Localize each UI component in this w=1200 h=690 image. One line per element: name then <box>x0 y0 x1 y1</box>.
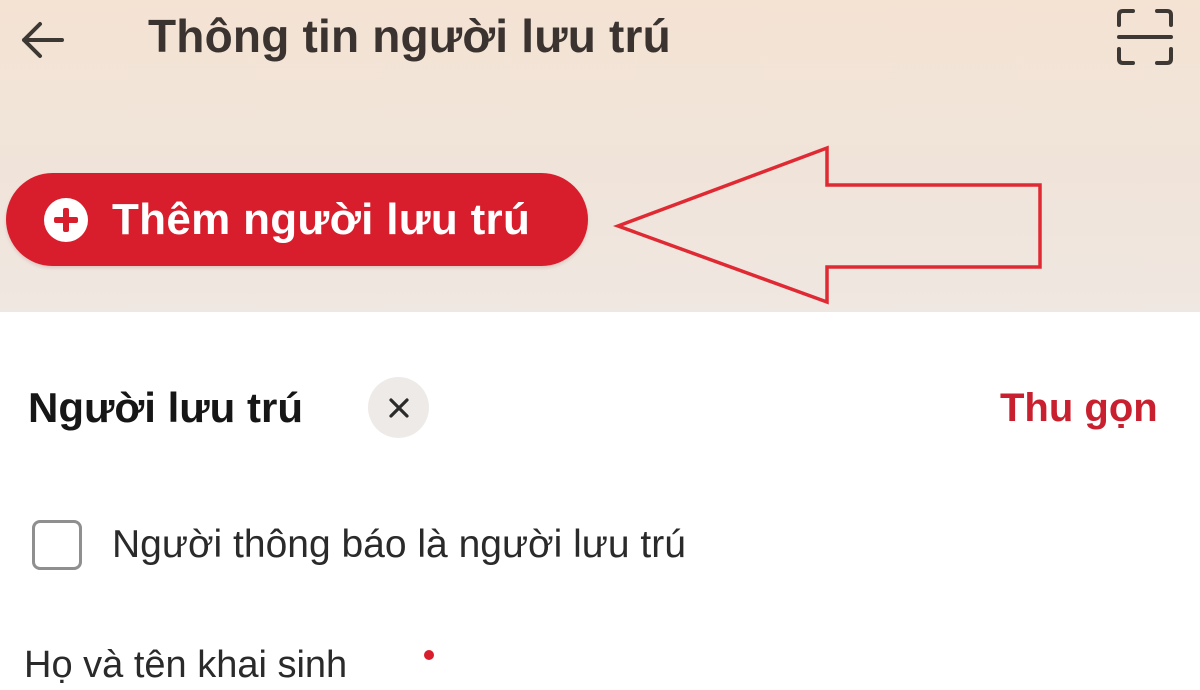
page-title: Thông tin người lưu trú <box>148 10 671 62</box>
birth-name-field-label: Họ và tên khai sinh <box>24 644 348 686</box>
app-header: Thông tin người lưu trú Thêm người lưu t… <box>0 0 1200 312</box>
checkbox-label: Người thông báo là người lưu trú <box>112 523 686 566</box>
add-resident-button[interactable]: Thêm người lưu trú <box>6 173 588 266</box>
add-resident-label: Thêm người lưu trú <box>112 194 531 244</box>
required-indicator <box>424 650 434 660</box>
red-arrow-pointer-icon <box>612 145 1042 305</box>
section-title: Người lưu trú <box>28 384 303 431</box>
collapse-link[interactable]: Thu gọn <box>1000 378 1158 438</box>
notifier-is-resident-option[interactable]: Người thông báo là người lưu trú <box>32 515 686 575</box>
plus-circle-icon <box>44 197 88 242</box>
close-icon <box>388 397 409 418</box>
remove-resident-button[interactable] <box>368 377 429 438</box>
notifier-is-resident-checkbox[interactable] <box>32 520 82 570</box>
scan-frame-icon <box>1117 9 1173 65</box>
scan-button[interactable] <box>1110 4 1180 70</box>
back-button[interactable] <box>14 12 70 68</box>
arrow-left-icon <box>22 22 64 58</box>
